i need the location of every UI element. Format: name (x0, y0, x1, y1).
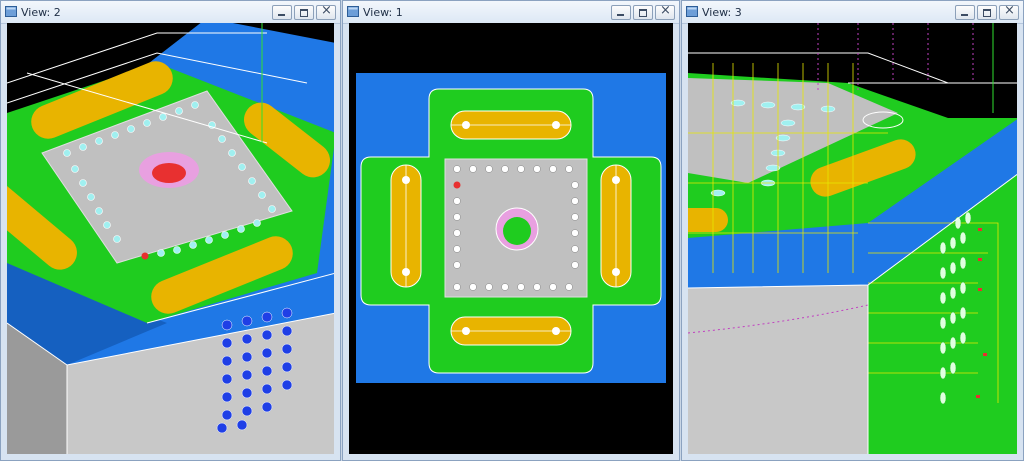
viewport-3d-isometric[interactable] (7, 23, 334, 454)
view-1-window[interactable]: View: 1 (342, 0, 680, 461)
restore-button[interactable] (294, 5, 314, 20)
view-2-window[interactable]: View: 2 (0, 0, 341, 461)
viewport-top-view[interactable] (349, 23, 673, 454)
minimize-button[interactable] (272, 5, 292, 20)
mold-isometric-render (7, 23, 334, 454)
restore-button[interactable] (633, 5, 653, 20)
mold-top-view-render (356, 73, 666, 383)
window-title: View: 3 (702, 6, 742, 19)
minimize-button[interactable] (955, 5, 975, 20)
minimize-button[interactable] (611, 5, 631, 20)
restore-button[interactable] (977, 5, 997, 20)
title-bar[interactable]: View: 3 (682, 1, 1023, 24)
mold-wireframe-render (688, 23, 1017, 454)
viewport-3d-perspective[interactable] (688, 23, 1017, 454)
view-3-window[interactable]: View: 3 (681, 0, 1024, 461)
window-icon (347, 6, 359, 17)
window-title: View: 2 (21, 6, 61, 19)
window-title: View: 1 (363, 6, 403, 19)
window-icon (686, 6, 698, 17)
close-button[interactable] (655, 3, 675, 20)
title-bar[interactable]: View: 1 (343, 1, 679, 24)
title-bar[interactable]: View: 2 (1, 1, 340, 24)
close-button[interactable] (316, 3, 336, 20)
window-icon (5, 6, 17, 17)
close-button[interactable] (999, 3, 1019, 20)
